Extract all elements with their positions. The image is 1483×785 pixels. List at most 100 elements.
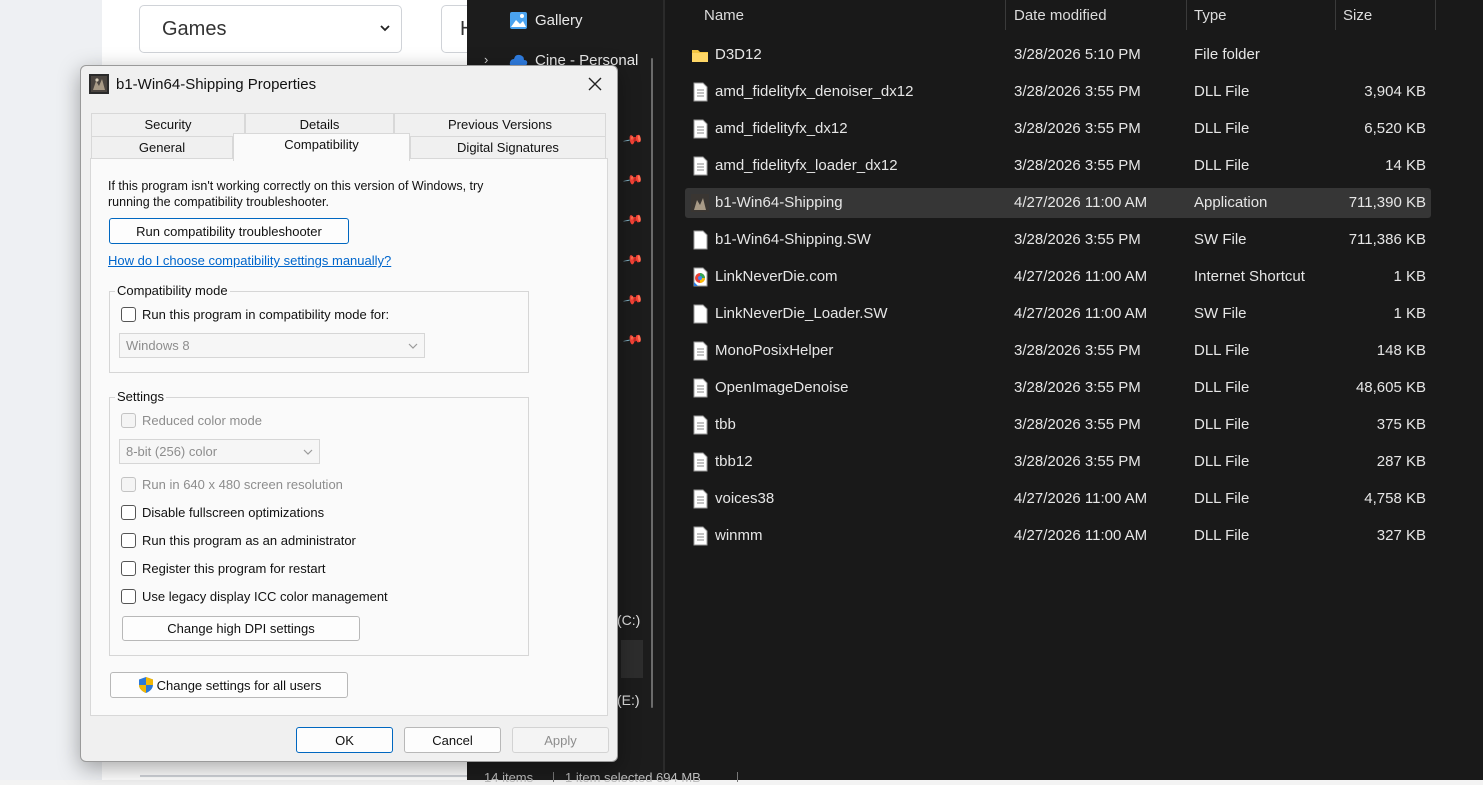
file-icon — [691, 304, 709, 324]
nav-selected-highlight — [621, 640, 643, 678]
file-row[interactable]: D3D12 3/28/2026 5:10 PM File folder — [685, 40, 1431, 70]
os-version-value: Windows 8 — [126, 338, 190, 353]
checkbox-label: Register this program for restart — [142, 561, 326, 576]
checkbox-label: Disable fullscreen optimizations — [142, 505, 325, 520]
status-selection: 1 item selected 694 MB — [565, 770, 701, 785]
file-type: SW File — [1194, 231, 1247, 248]
pin-icon[interactable]: 📌 — [622, 249, 644, 271]
file-name: amd_fidelityfx_denoiser_dx12 — [715, 83, 914, 100]
ok-button[interactable]: OK — [296, 727, 393, 753]
column-header-name[interactable]: Name — [704, 7, 744, 24]
pin-icon[interactable]: 📌 — [622, 289, 644, 311]
compatibility-mode-checkbox[interactable]: Run this program in compatibility mode f… — [121, 307, 389, 322]
column-header-date[interactable]: Date modified — [1014, 7, 1107, 24]
file-type: DLL File — [1194, 342, 1250, 359]
column-header-type[interactable]: Type — [1194, 7, 1227, 24]
file-row[interactable]: amd_fidelityfx_denoiser_dx12 3/28/2026 3:… — [685, 77, 1431, 107]
background-divider — [140, 775, 470, 777]
file-name: tbb12 — [715, 453, 753, 470]
file-row[interactable]: LinkNeverDie.com 4/27/2026 11:00 AM Intern… — [685, 262, 1431, 292]
nav-item-gallery[interactable]: Gallery — [509, 5, 583, 35]
checkbox-label: Reduced color mode — [142, 413, 262, 428]
category-select[interactable]: Games — [139, 5, 402, 53]
file-date-modified: 3/28/2026 3:55 PM — [1014, 120, 1141, 137]
properties-dialog: b1-Win64-Shipping Properties Security De… — [80, 65, 618, 762]
file-type: DLL File — [1194, 120, 1250, 137]
file-size: 711,386 KB — [1348, 231, 1426, 248]
dll-file-icon — [691, 415, 709, 435]
file-date-modified: 3/28/2026 3:55 PM — [1014, 416, 1141, 433]
file-name: voices38 — [715, 490, 775, 507]
file-size: 1 KB — [1393, 268, 1426, 285]
compatibility-mode-group — [109, 291, 529, 373]
file-name: D3D12 — [715, 46, 762, 63]
file-row[interactable]: OpenImageDenoise 3/28/2026 3:55 PM DLL Fil… — [685, 373, 1431, 403]
file-date-modified: 3/28/2026 3:55 PM — [1014, 379, 1141, 396]
legacy-icc-checkbox[interactable]: Use legacy display ICC color management — [121, 589, 388, 604]
file-row[interactable]: MonoPosixHelper 3/28/2026 3:55 PM DLL File… — [685, 336, 1431, 366]
dll-file-icon — [691, 156, 709, 176]
file-row[interactable]: b1-Win64-Shipping 4/27/2026 11:00 AM Appli… — [685, 188, 1431, 218]
tab-previous-versions[interactable]: Previous Versions — [394, 113, 606, 137]
nav-item-drive-c[interactable]: (C:) — [617, 612, 640, 628]
change-all-users-button[interactable]: Change settings for all users — [110, 672, 348, 698]
chevron-down-icon — [408, 334, 418, 366]
column-divider[interactable] — [1005, 0, 1006, 30]
tab-digital-signatures[interactable]: Digital Signatures — [410, 136, 606, 160]
pin-icon[interactable]: 📌 — [622, 169, 644, 191]
chevron-down-icon — [303, 440, 313, 472]
compatibility-help-link[interactable]: How do I choose compatibility settings m… — [108, 253, 391, 268]
file-size: 3,904 KB — [1364, 83, 1426, 100]
file-type: DLL File — [1194, 157, 1250, 174]
file-size: 4,758 KB — [1364, 490, 1426, 507]
file-row[interactable]: amd_fidelityfx_dx12 3/28/2026 3:55 PM DLL … — [685, 114, 1431, 144]
checkbox-label: Run in 640 x 480 screen resolution — [142, 477, 343, 492]
dll-file-icon — [691, 82, 709, 102]
checkbox-box[interactable] — [121, 533, 136, 548]
file-icon — [691, 230, 709, 250]
cancel-button[interactable]: Cancel — [404, 727, 501, 753]
change-dpi-button[interactable]: Change high DPI settings — [122, 616, 360, 641]
column-divider[interactable] — [1186, 0, 1187, 30]
checkbox-box[interactable] — [121, 589, 136, 604]
nav-scrollbar[interactable] — [651, 58, 653, 708]
disable-fullscreen-checkbox[interactable]: Disable fullscreen optimizations — [121, 505, 324, 520]
pane-divider[interactable] — [663, 0, 665, 780]
checkbox-box[interactable] — [121, 307, 136, 322]
dialog-title: b1-Win64-Shipping Properties — [116, 76, 317, 93]
category-select-value: Games — [162, 18, 227, 40]
checkbox-box — [121, 477, 136, 492]
pin-icon[interactable]: 📌 — [622, 209, 644, 231]
file-row[interactable]: winmm 4/27/2026 11:00 AM DLL File 327 KB — [685, 521, 1431, 551]
file-type: Application — [1194, 194, 1268, 211]
file-size: 6,520 KB — [1364, 120, 1426, 137]
tab-security[interactable]: Security — [91, 113, 245, 137]
file-row[interactable]: tbb 3/28/2026 3:55 PM DLL File 375 KB — [685, 410, 1431, 440]
tab-compatibility[interactable]: Compatibility — [233, 133, 410, 161]
tab-general[interactable]: General — [91, 136, 233, 160]
apply-button[interactable]: Apply — [512, 727, 609, 753]
file-row[interactable]: amd_fidelityfx_loader_dx12 3/28/2026 3:55… — [685, 151, 1431, 181]
nav-item-drive-e[interactable]: (E:) — [617, 692, 640, 708]
column-header-size[interactable]: Size — [1343, 7, 1372, 24]
run-troubleshooter-button[interactable]: Run compatibility troubleshooter — [109, 218, 349, 244]
column-divider[interactable] — [1335, 0, 1336, 30]
dialog-titlebar[interactable]: b1-Win64-Shipping Properties — [81, 66, 617, 102]
checkbox-box[interactable] — [121, 561, 136, 576]
column-divider[interactable] — [1435, 0, 1436, 30]
file-row[interactable]: voices38 4/27/2026 11:00 AM DLL File 4,758 … — [685, 484, 1431, 514]
file-size: 48,605 KB — [1355, 379, 1426, 396]
file-name: LinkNeverDie_Loader.SW — [715, 305, 888, 322]
close-icon[interactable] — [583, 72, 607, 96]
file-name: amd_fidelityfx_loader_dx12 — [715, 157, 898, 174]
pin-icon[interactable]: 📌 — [622, 129, 644, 151]
file-row[interactable]: tbb12 3/28/2026 3:55 PM DLL File 287 KB — [685, 447, 1431, 477]
register-restart-checkbox[interactable]: Register this program for restart — [121, 561, 326, 576]
pin-icon[interactable]: 📌 — [622, 329, 644, 351]
checkbox-box[interactable] — [121, 505, 136, 520]
file-date-modified: 3/28/2026 5:10 PM — [1014, 46, 1141, 63]
run-as-admin-checkbox[interactable]: Run this program as an administrator — [121, 533, 356, 548]
file-date-modified: 3/28/2026 3:55 PM — [1014, 231, 1141, 248]
file-row[interactable]: LinkNeverDie_Loader.SW 4/27/2026 11:00 AM… — [685, 299, 1431, 329]
file-row[interactable]: b1-Win64-Shipping.SW 3/28/2026 3:55 PM SW … — [685, 225, 1431, 255]
